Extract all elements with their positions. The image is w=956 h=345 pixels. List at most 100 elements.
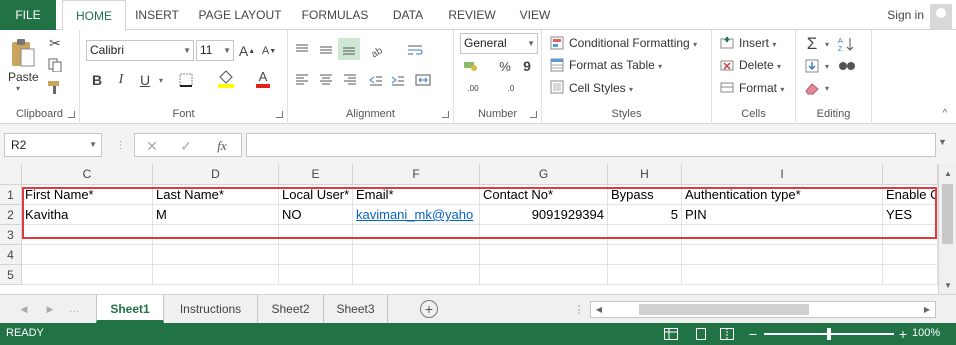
empty-cell[interactable]	[480, 265, 608, 285]
scroll-right-icon[interactable]: ▶	[921, 303, 933, 316]
column-header[interactable]: G	[480, 164, 608, 185]
font-size-combo[interactable]: 11 ▼	[196, 40, 234, 61]
zoom-in-icon[interactable]: +	[896, 326, 910, 342]
empty-cell[interactable]	[480, 245, 608, 265]
tab-page-layout[interactable]: PAGE LAYOUT	[194, 0, 286, 30]
empty-cell[interactable]	[279, 245, 353, 265]
align-left-icon[interactable]	[292, 70, 312, 90]
italic-button[interactable]: I	[112, 70, 130, 90]
empty-cell[interactable]	[22, 225, 153, 245]
alignment-launcher-icon[interactable]	[442, 111, 449, 118]
tab-data[interactable]: DATA	[386, 0, 430, 30]
cell-G2[interactable]: 9091929394	[480, 205, 608, 225]
column-header[interactable]: D	[153, 164, 279, 185]
empty-cell[interactable]	[682, 265, 883, 285]
empty-cell[interactable]	[153, 225, 279, 245]
expand-formula-bar-icon[interactable]: ▼	[938, 137, 947, 147]
tab-insert[interactable]: INSERT	[132, 0, 182, 30]
sheet-prev-icon[interactable]: ◀	[16, 301, 32, 317]
row-header[interactable]: 5	[0, 265, 22, 285]
fill-icon[interactable]	[802, 56, 822, 76]
cell-I1[interactable]: Authentication type*	[682, 185, 883, 205]
row-header[interactable]: 4	[0, 245, 22, 265]
format-as-table-button[interactable]: Format as Table ▾	[569, 58, 662, 72]
horizontal-scroll-thumb[interactable]	[639, 304, 809, 315]
insert-cells-icon[interactable]	[718, 34, 736, 52]
sort-filter-icon[interactable]: AZ	[836, 34, 858, 54]
sign-in-link[interactable]: Sign in	[887, 0, 924, 30]
select-all-corner[interactable]	[0, 164, 22, 185]
align-top-icon[interactable]	[292, 40, 312, 60]
format-cells-button[interactable]: Format ▾	[739, 81, 784, 95]
comma-style-button[interactable]: 9	[518, 56, 536, 76]
sheet-tab-sheet2[interactable]: Sheet2	[258, 295, 324, 323]
row-header[interactable]: 2	[0, 205, 22, 225]
sheet-more-icon[interactable]: …	[66, 301, 82, 317]
paste-dropdown-icon[interactable]: ▾	[16, 84, 20, 93]
column-header[interactable]: I	[682, 164, 883, 185]
column-header[interactable]: H	[608, 164, 682, 185]
align-center-icon[interactable]	[316, 70, 336, 90]
sheet-tab-instructions[interactable]: Instructions	[164, 295, 258, 323]
tab-home[interactable]: HOME	[62, 0, 126, 31]
paste-icon[interactable]	[8, 36, 38, 70]
collapse-ribbon-icon[interactable]: ^	[938, 106, 952, 120]
cell-J1[interactable]: Enable C	[883, 185, 938, 205]
cell-F1[interactable]: Email*	[353, 185, 480, 205]
decrease-indent-icon[interactable]	[366, 70, 386, 90]
add-sheet-icon[interactable]: +	[420, 300, 438, 318]
vertical-scrollbar[interactable]: ▲ ▼	[938, 164, 956, 294]
empty-cell[interactable]	[608, 265, 682, 285]
empty-cell[interactable]	[353, 245, 480, 265]
delete-cells-button[interactable]: Delete ▾	[739, 58, 781, 72]
cell-D1[interactable]: Last Name*	[153, 185, 279, 205]
cell-E2[interactable]: NO	[279, 205, 353, 225]
merge-center-icon[interactable]	[412, 70, 434, 90]
account-avatar-icon[interactable]	[930, 4, 952, 30]
insert-function-button[interactable]: fx	[211, 136, 233, 156]
find-select-icon[interactable]	[836, 56, 858, 76]
page-layout-view-icon[interactable]	[692, 326, 710, 342]
percent-button[interactable]: %	[496, 56, 514, 76]
font-color-icon[interactable]: A	[254, 68, 272, 90]
normal-view-icon[interactable]	[662, 326, 680, 342]
empty-cell[interactable]	[353, 265, 480, 285]
tab-split-grip-icon[interactable]: ⋮	[574, 301, 585, 317]
shrink-font-icon[interactable]: A ▼	[260, 42, 278, 60]
empty-cell[interactable]	[22, 245, 153, 265]
zoom-level[interactable]: 100%	[912, 327, 940, 339]
row-header[interactable]: 1	[0, 185, 22, 205]
underline-dropdown-icon[interactable]: ▾	[156, 70, 166, 90]
conditional-formatting-button[interactable]: Conditional Formatting ▾	[569, 36, 697, 50]
cell-H1[interactable]: Bypass	[608, 185, 682, 205]
empty-cell[interactable]	[608, 225, 682, 245]
empty-cell[interactable]	[682, 245, 883, 265]
tab-formulas[interactable]: FORMULAS	[298, 0, 372, 30]
align-bottom-icon[interactable]	[338, 38, 360, 60]
scroll-left-icon[interactable]: ◀	[593, 303, 605, 316]
align-middle-icon[interactable]	[316, 40, 336, 60]
increase-decimal-button[interactable]: .00	[460, 78, 486, 98]
cell-D2[interactable]: M	[153, 205, 279, 225]
autosum-dropdown-icon[interactable]: ▾	[822, 36, 832, 52]
cell-J2[interactable]: YES	[883, 205, 938, 225]
bold-button[interactable]: B	[88, 70, 106, 90]
cell-I2[interactable]: PIN	[682, 205, 883, 225]
borders-icon[interactable]	[174, 70, 198, 90]
scroll-up-icon[interactable]: ▲	[941, 166, 955, 180]
delete-cells-icon[interactable]	[718, 56, 736, 74]
grow-font-icon[interactable]: A ▲	[238, 42, 256, 60]
empty-cell[interactable]	[608, 245, 682, 265]
name-box[interactable]: R2 ▼	[4, 133, 102, 157]
empty-cell[interactable]	[279, 265, 353, 285]
paste-button[interactable]: Paste	[8, 70, 39, 84]
sheet-next-icon[interactable]: ▶	[42, 301, 58, 317]
formula-bar-grip-icon[interactable]: ⋮	[112, 136, 128, 154]
format-as-table-icon[interactable]	[548, 56, 566, 74]
cell-H2[interactable]: 5	[608, 205, 682, 225]
horizontal-scrollbar[interactable]: ◀ ▶	[590, 301, 936, 318]
empty-cell[interactable]	[279, 225, 353, 245]
row-header[interactable]: 3	[0, 225, 22, 245]
decrease-decimal-button[interactable]: .0	[498, 78, 524, 98]
autosum-icon[interactable]: Σ	[802, 34, 822, 54]
